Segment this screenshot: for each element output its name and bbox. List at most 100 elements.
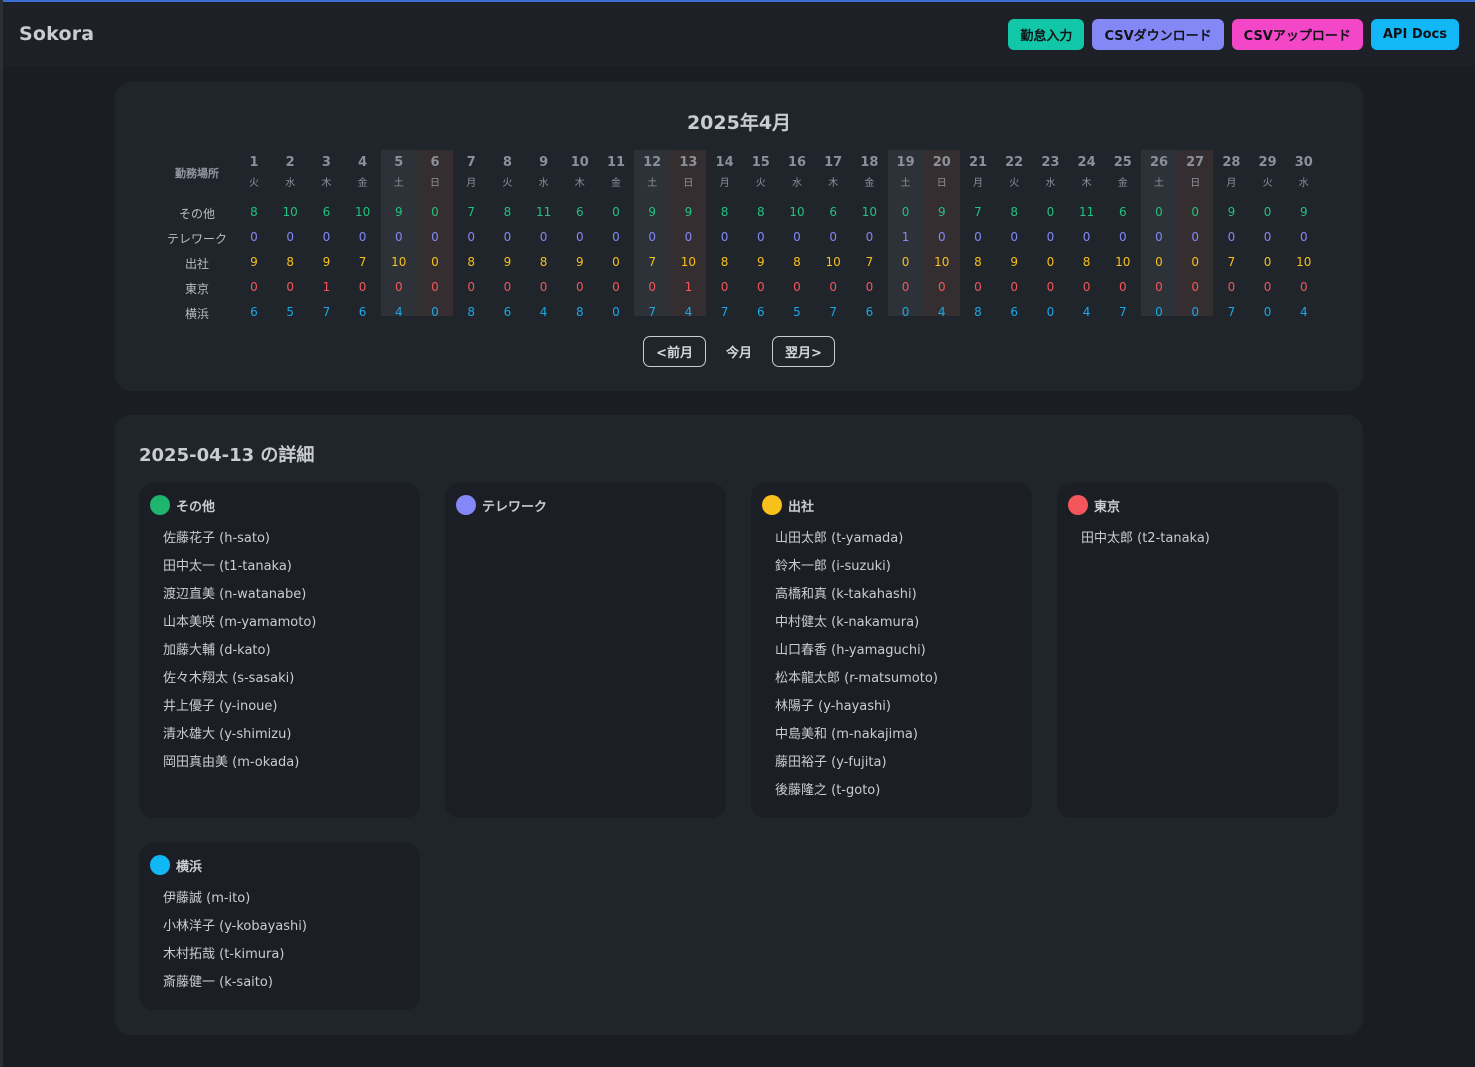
count-cell[interactable]: 7 xyxy=(960,205,996,219)
count-cell[interactable]: 8 xyxy=(779,255,815,269)
count-cell[interactable]: 0 xyxy=(1032,205,1068,219)
count-cell[interactable]: 0 xyxy=(743,230,779,244)
count-cell[interactable]: 10 xyxy=(1105,255,1141,269)
day-number[interactable]: 11 xyxy=(598,155,634,170)
count-cell[interactable]: 7 xyxy=(1213,255,1249,269)
count-cell[interactable]: 0 xyxy=(236,230,272,244)
count-cell[interactable]: 10 xyxy=(924,255,960,269)
count-cell[interactable]: 1 xyxy=(888,230,924,244)
count-cell[interactable]: 0 xyxy=(1177,305,1213,319)
count-cell[interactable]: 7 xyxy=(634,255,670,269)
count-cell[interactable]: 0 xyxy=(1250,205,1286,219)
count-cell[interactable]: 6 xyxy=(851,305,887,319)
count-cell[interactable]: 10 xyxy=(670,255,706,269)
count-cell[interactable]: 6 xyxy=(236,305,272,319)
count-cell[interactable]: 7 xyxy=(815,305,851,319)
count-cell[interactable]: 0 xyxy=(598,230,634,244)
count-cell[interactable]: 0 xyxy=(489,280,525,294)
count-cell[interactable]: 0 xyxy=(236,280,272,294)
day-number[interactable]: 26 xyxy=(1141,155,1177,170)
count-cell[interactable]: 0 xyxy=(417,305,453,319)
count-cell[interactable]: 0 xyxy=(1177,230,1213,244)
brand-logo[interactable]: Sokora xyxy=(19,23,94,45)
count-cell[interactable]: 0 xyxy=(272,280,308,294)
count-cell[interactable]: 0 xyxy=(1141,255,1177,269)
count-cell[interactable]: 6 xyxy=(308,205,344,219)
count-cell[interactable]: 0 xyxy=(1141,305,1177,319)
count-cell[interactable]: 0 xyxy=(562,230,598,244)
count-cell[interactable]: 0 xyxy=(707,230,743,244)
count-cell[interactable]: 6 xyxy=(743,305,779,319)
count-cell[interactable]: 0 xyxy=(598,280,634,294)
current-month-button[interactable]: 今月 xyxy=(726,342,752,361)
count-cell[interactable]: 0 xyxy=(1250,255,1286,269)
count-cell[interactable]: 4 xyxy=(924,305,960,319)
count-cell[interactable]: 0 xyxy=(272,230,308,244)
count-cell[interactable]: 0 xyxy=(888,255,924,269)
day-number[interactable]: 20 xyxy=(924,155,960,170)
count-cell[interactable]: 0 xyxy=(779,280,815,294)
count-cell[interactable]: 0 xyxy=(598,305,634,319)
day-number[interactable]: 17 xyxy=(815,155,851,170)
day-number[interactable]: 10 xyxy=(562,155,598,170)
count-cell[interactable]: 8 xyxy=(453,305,489,319)
count-cell[interactable]: 0 xyxy=(779,230,815,244)
count-cell[interactable]: 7 xyxy=(851,255,887,269)
count-cell[interactable]: 0 xyxy=(1069,230,1105,244)
day-number[interactable]: 28 xyxy=(1213,155,1249,170)
count-cell[interactable]: 9 xyxy=(1286,205,1322,219)
day-number[interactable]: 16 xyxy=(779,155,815,170)
count-cell[interactable]: 0 xyxy=(1286,230,1322,244)
count-cell[interactable]: 0 xyxy=(489,230,525,244)
day-number[interactable]: 22 xyxy=(996,155,1032,170)
count-cell[interactable]: 0 xyxy=(815,280,851,294)
count-cell[interactable]: 8 xyxy=(272,255,308,269)
count-cell[interactable]: 8 xyxy=(562,305,598,319)
count-cell[interactable]: 0 xyxy=(417,205,453,219)
count-cell[interactable]: 0 xyxy=(453,230,489,244)
count-cell[interactable]: 0 xyxy=(634,280,670,294)
count-cell[interactable]: 0 xyxy=(1032,305,1068,319)
count-cell[interactable]: 10 xyxy=(272,205,308,219)
day-number[interactable]: 21 xyxy=(960,155,996,170)
count-cell[interactable]: 0 xyxy=(743,280,779,294)
count-cell[interactable]: 8 xyxy=(1069,255,1105,269)
day-number[interactable]: 19 xyxy=(888,155,924,170)
count-cell[interactable]: 0 xyxy=(381,280,417,294)
count-cell[interactable]: 5 xyxy=(779,305,815,319)
count-cell[interactable]: 9 xyxy=(381,205,417,219)
count-cell[interactable]: 0 xyxy=(1141,280,1177,294)
count-cell[interactable]: 9 xyxy=(562,255,598,269)
day-number[interactable]: 29 xyxy=(1250,155,1286,170)
api-docs-button[interactable]: API Docs xyxy=(1370,18,1459,50)
count-cell[interactable]: 6 xyxy=(562,205,598,219)
count-cell[interactable]: 0 xyxy=(634,230,670,244)
day-number[interactable]: 30 xyxy=(1286,155,1322,170)
count-cell[interactable]: 0 xyxy=(345,280,381,294)
count-cell[interactable]: 0 xyxy=(381,230,417,244)
count-cell[interactable]: 0 xyxy=(562,280,598,294)
count-cell[interactable]: 11 xyxy=(1069,205,1105,219)
count-cell[interactable]: 0 xyxy=(345,230,381,244)
count-cell[interactable]: 0 xyxy=(1105,230,1141,244)
count-cell[interactable]: 0 xyxy=(417,255,453,269)
count-cell[interactable]: 0 xyxy=(888,205,924,219)
count-cell[interactable]: 10 xyxy=(851,205,887,219)
count-cell[interactable]: 0 xyxy=(1069,280,1105,294)
count-cell[interactable]: 0 xyxy=(1105,280,1141,294)
count-cell[interactable]: 7 xyxy=(1105,305,1141,319)
day-number[interactable]: 12 xyxy=(634,155,670,170)
count-cell[interactable]: 7 xyxy=(453,205,489,219)
count-cell[interactable]: 7 xyxy=(1213,305,1249,319)
day-number[interactable]: 23 xyxy=(1032,155,1068,170)
count-cell[interactable]: 9 xyxy=(924,205,960,219)
day-number[interactable]: 25 xyxy=(1105,155,1141,170)
count-cell[interactable]: 10 xyxy=(1286,255,1322,269)
count-cell[interactable]: 6 xyxy=(489,305,525,319)
count-cell[interactable]: 10 xyxy=(779,205,815,219)
count-cell[interactable]: 9 xyxy=(308,255,344,269)
day-number[interactable]: 4 xyxy=(345,155,381,170)
count-cell[interactable]: 0 xyxy=(960,230,996,244)
count-cell[interactable]: 0 xyxy=(453,280,489,294)
count-cell[interactable]: 0 xyxy=(1213,230,1249,244)
